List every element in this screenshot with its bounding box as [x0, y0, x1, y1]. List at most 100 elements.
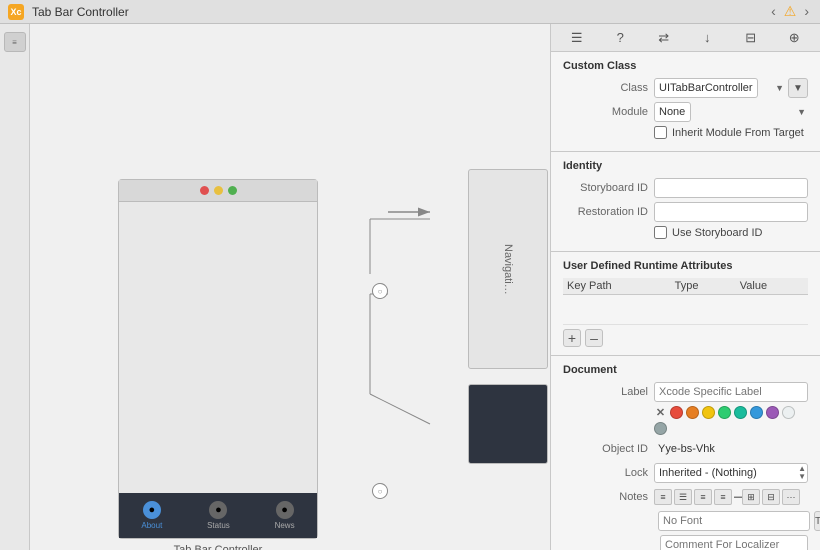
toolbar-arrows-btn[interactable]: ⇄ [650, 27, 678, 49]
device-content [119, 202, 317, 493]
col-value: Value [736, 278, 808, 295]
toolbar-info-btn[interactable]: ? [606, 27, 634, 49]
font-row: T ▲ ▼ [563, 511, 808, 531]
color-palette: ✕ [654, 406, 808, 435]
tab-status-label: Status [207, 521, 230, 530]
left-sidebar: ≡ [0, 24, 30, 550]
inherit-module-row: Inherit Module From Target [563, 126, 808, 139]
tab-news: ● News [275, 501, 295, 530]
use-storyboard-checkbox[interactable] [654, 226, 667, 239]
minimize-dot [214, 186, 223, 195]
toolbar-id-btn[interactable]: ⊟ [737, 27, 765, 49]
lock-select[interactable]: Inherited - (Nothing) [654, 463, 808, 483]
tab-status: ● Status [207, 501, 230, 530]
notes-align-left[interactable]: ≡ [654, 489, 672, 505]
table-empty-row [563, 295, 808, 325]
comment-wrapper [563, 535, 808, 550]
notes-row: Notes ≡ ☰ ≡ ≡ — ⊞ ⊟ ··· [563, 487, 808, 507]
color-dot-red[interactable] [670, 406, 683, 419]
storyboard-id-label: Storyboard ID [563, 182, 648, 194]
toolbar-file-btn[interactable]: ☰ [563, 27, 591, 49]
tab-bar-controller-device: ● About ● Status ● News [118, 179, 318, 539]
restoration-id-label: Restoration ID [563, 206, 648, 218]
restoration-id-row: Restoration ID [563, 202, 808, 222]
notes-icon-2[interactable]: ⊟ [762, 489, 780, 505]
class-select[interactable]: UITabBarController [654, 78, 758, 98]
color-dot-green[interactable] [718, 406, 731, 419]
inherit-module-checkbox[interactable] [654, 126, 667, 139]
object-id-label: Object ID [563, 443, 648, 455]
color-dot-gray[interactable] [654, 422, 667, 435]
connector-circle-2: ○ [372, 483, 388, 499]
tab-about-icon: ● [143, 501, 161, 519]
object-id-value: Yye-bs-Vhk [654, 443, 808, 455]
color-dot-teal[interactable] [734, 406, 747, 419]
notes-label: Notes [563, 491, 648, 503]
font-input[interactable] [658, 511, 810, 531]
notes-align-right[interactable]: ≡ [694, 489, 712, 505]
main-content: ≡ [0, 24, 820, 550]
color-dot-orange[interactable] [686, 406, 699, 419]
add-remove-row: + – [563, 325, 808, 347]
color-x-btn[interactable]: ✕ [654, 406, 667, 419]
color-dots-row: ✕ [563, 406, 808, 435]
class-dropdown-btn[interactable]: ▼ [788, 78, 808, 98]
module-select-arrow: ▼ [797, 107, 806, 117]
module-select[interactable]: None [654, 102, 691, 122]
object-id-row: Object ID Yye-bs-Vhk [563, 439, 808, 459]
color-dot-blue[interactable] [750, 406, 763, 419]
module-row: Module None ▼ [563, 102, 808, 122]
class-select-arrow: ▼ [775, 83, 784, 93]
close-dot [200, 186, 209, 195]
identity-title: Identity [563, 160, 808, 172]
tab-about-label: About [141, 521, 162, 530]
warning-icon: ⚠ [781, 3, 800, 20]
custom-class-title: Custom Class [563, 60, 808, 72]
maximize-dot [228, 186, 237, 195]
document-section: Document Label ✕ [551, 356, 820, 550]
remove-attribute-btn[interactable]: – [585, 329, 603, 347]
nav-arrows[interactable]: ‹ ⚠ › [768, 3, 812, 20]
notes-align-justify[interactable]: ≡ [714, 489, 732, 505]
col-type: Type [671, 278, 736, 295]
user-defined-title: User Defined Runtime Attributes [563, 260, 808, 272]
device-body: ● About ● Status ● News [119, 202, 317, 538]
navigation-item-2 [468, 384, 548, 464]
navigation-item: Navigati… [468, 169, 548, 369]
document-title: Document [563, 364, 808, 376]
connector-circle-1: ○ [372, 283, 388, 299]
inspector-panel: ☰ ? ⇄ ↓ ⊟ ⊕ Custom Class Class UITabBarC… [550, 24, 820, 550]
title-bar: Xc Tab Bar Controller ‹ ⚠ › [0, 0, 820, 24]
label-row: Label [563, 382, 808, 402]
module-label: Module [563, 106, 648, 118]
device-window-bar [119, 180, 317, 202]
font-picker-btn[interactable]: T [814, 511, 820, 531]
notes-icons: ≡ ☰ ≡ ≡ — ⊞ ⊟ ··· [654, 489, 808, 505]
comment-textarea[interactable] [660, 535, 808, 550]
add-attribute-btn[interactable]: + [563, 329, 581, 347]
notes-align-center[interactable]: ☰ [674, 489, 692, 505]
tab-news-label: News [275, 521, 295, 530]
label-label: Label [563, 386, 648, 398]
color-dot-white[interactable] [782, 406, 795, 419]
restoration-id-input[interactable] [654, 202, 808, 222]
nav-item-label: Navigati… [502, 244, 514, 295]
notes-icon-more[interactable]: ··· [782, 489, 800, 505]
color-dot-purple[interactable] [766, 406, 779, 419]
toolbar-down-btn[interactable]: ↓ [693, 27, 721, 49]
storyboard-id-input[interactable]: tabbar [654, 178, 808, 198]
back-arrow[interactable]: ‹ [768, 3, 779, 20]
notes-separator: — [734, 491, 740, 503]
user-defined-section: User Defined Runtime Attributes Key Path… [551, 252, 820, 356]
sidebar-btn-1[interactable]: ≡ [4, 32, 26, 52]
class-select-wrapper: UITabBarController ▼ ▼ [654, 78, 808, 98]
notes-icon-1[interactable]: ⊞ [742, 489, 760, 505]
color-dot-yellow[interactable] [702, 406, 715, 419]
toolbar-plus-btn[interactable]: ⊕ [780, 27, 808, 49]
panel-toolbar: ☰ ? ⇄ ↓ ⊟ ⊕ [551, 24, 820, 52]
forward-arrow[interactable]: › [801, 3, 812, 20]
tab-news-icon: ● [276, 501, 294, 519]
custom-class-section: Custom Class Class UITabBarController ▼ … [551, 52, 820, 152]
lock-select-wrapper: Inherited - (Nothing) ▲▼ [654, 463, 808, 483]
label-input[interactable] [654, 382, 808, 402]
